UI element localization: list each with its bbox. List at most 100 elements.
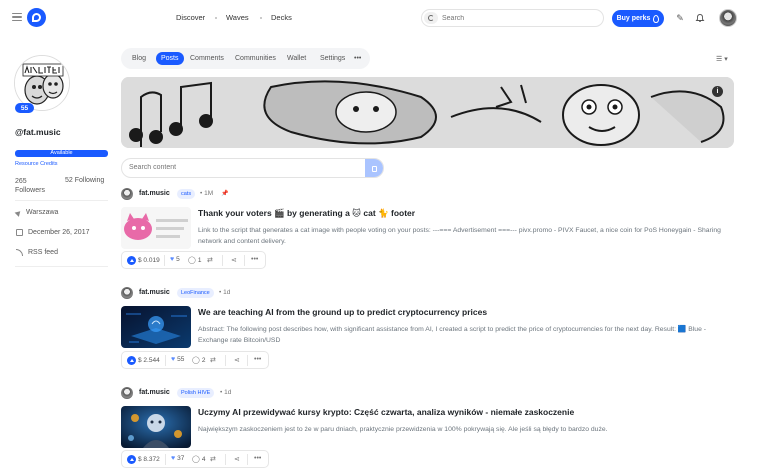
sidebar-divider	[15, 200, 108, 201]
post-comments[interactable]: ◯ 4	[192, 455, 206, 464]
joined-text: December 26, 2017	[28, 229, 90, 236]
more-button[interactable]: •••	[251, 256, 258, 263]
post-thumbnail[interactable]	[121, 207, 191, 249]
post-community-tag[interactable]: Polish HIVE	[177, 388, 215, 398]
upvote-icon[interactable]	[127, 356, 136, 365]
edit-icon[interactable]: ✎	[675, 13, 685, 23]
rss-text: RSS feed	[28, 249, 58, 256]
logo-icon[interactable]	[27, 8, 46, 27]
tab-comments[interactable]: Comments	[190, 52, 224, 65]
info-icon[interactable]: i	[712, 86, 723, 97]
post-author-avatar[interactable]	[121, 188, 133, 200]
post-title[interactable]: Thank your voters 🎬 by generating a 🐱 ca…	[198, 208, 415, 219]
post-time-value: 1M	[204, 190, 214, 197]
user-avatar[interactable]	[719, 9, 737, 27]
rss-feed-link[interactable]: RSS feed	[16, 249, 58, 256]
post-thumbnail[interactable]	[121, 406, 191, 448]
calendar-icon	[16, 229, 23, 236]
post-excerpt[interactable]: Abstract: The following post describes h…	[198, 324, 738, 346]
buy-perks-button[interactable]: Buy perks	[612, 10, 664, 27]
post-votes[interactable]: ♥ 5	[170, 256, 180, 263]
post-title[interactable]: We are teaching AI from the ground up to…	[198, 307, 487, 317]
bell-icon[interactable]	[695, 13, 705, 23]
reblog-button[interactable]: ⇄	[210, 356, 216, 364]
pin-icon: 📌	[221, 191, 229, 197]
content-search-button[interactable]	[365, 159, 383, 177]
more-icon: •••	[254, 455, 262, 462]
post-author-avatar[interactable]	[121, 287, 133, 299]
comment-icon: ◯	[192, 456, 200, 463]
following-link[interactable]: 52 Following	[65, 177, 104, 184]
heart-icon: ♥	[171, 455, 176, 462]
post-comments[interactable]: ◯ 2	[192, 356, 205, 365]
actions-separator	[222, 255, 223, 266]
reblog-icon: ⇄	[207, 257, 213, 264]
tab-blog[interactable]: Blog	[132, 52, 146, 65]
reputation-badge: 55	[15, 103, 34, 113]
post-time-value: 1d	[223, 289, 231, 296]
top-header: Discover Waves Decks Buy perks ✎	[0, 0, 768, 36]
post-comments[interactable]: ◯ 1	[188, 256, 202, 265]
nav-waves[interactable]: Waves	[226, 13, 249, 22]
reblog-button[interactable]: ⇄	[207, 256, 213, 264]
post-votes[interactable]: ♥ 55	[171, 356, 184, 363]
more-button[interactable]: •••	[254, 356, 261, 363]
search-input[interactable]	[442, 13, 592, 23]
post-author[interactable]: fat.music	[139, 289, 170, 296]
tab-wallet[interactable]: Wallet	[287, 52, 306, 65]
payout-value: $ 2.544	[138, 357, 160, 364]
nav-separator	[215, 17, 217, 19]
tab-settings[interactable]: Settings	[320, 52, 345, 65]
post-community-tag[interactable]: cats	[177, 189, 196, 199]
share-icon: ⋖	[234, 357, 240, 364]
tab-posts[interactable]: Posts	[156, 52, 184, 65]
search-icon[interactable]	[424, 12, 438, 24]
actions-separator	[247, 355, 248, 366]
content-search-bar[interactable]	[121, 158, 384, 178]
nav-discover[interactable]: Discover	[176, 13, 205, 22]
location-icon	[14, 208, 23, 217]
post-author-avatar[interactable]	[121, 387, 133, 399]
heart-icon: ♥	[170, 256, 175, 263]
content-search-input[interactable]	[129, 164, 359, 171]
post-votes[interactable]: ♥ 37	[171, 455, 184, 462]
post-thumbnail[interactable]	[121, 306, 191, 348]
post-author[interactable]: fat.music	[139, 190, 170, 197]
post-payout[interactable]: $ 2.544	[127, 356, 160, 365]
post-author[interactable]: fat.music	[139, 389, 170, 396]
copy-icon	[371, 166, 377, 172]
upvote-icon[interactable]	[127, 256, 136, 265]
actions-separator	[244, 255, 245, 266]
profile-tabs: Blog Posts Comments Communities Wallet S…	[121, 48, 370, 69]
post-title[interactable]: Uczymy AI przewidywać kursy krypto: Częś…	[198, 407, 574, 417]
buy-perks-label: Buy perks	[616, 15, 651, 22]
sort-menu-icon[interactable]: ☰ ▾	[716, 55, 728, 63]
reblog-button[interactable]: ⇄	[210, 455, 216, 463]
comments-count: 1	[197, 256, 202, 264]
more-button[interactable]: •••	[254, 455, 261, 462]
menu-icon[interactable]	[12, 13, 22, 21]
followers-label: Followers	[15, 187, 45, 194]
upvote-icon[interactable]	[127, 455, 136, 464]
payout-value: $ 8.372	[138, 456, 160, 463]
share-icon: ⋖	[231, 257, 237, 264]
share-button[interactable]: ⋖	[234, 356, 240, 364]
post-community-tag[interactable]: LeoFinance	[177, 288, 214, 298]
cover-image	[121, 77, 734, 148]
share-button[interactable]: ⋖	[231, 256, 237, 264]
votes-count: 37	[177, 455, 185, 462]
post-excerpt[interactable]: Największym zaskoczeniem jest to że w pa…	[198, 424, 738, 435]
tabs-more-icon[interactable]: •••	[354, 52, 361, 65]
reblog-icon: ⇄	[210, 357, 216, 364]
post-payout[interactable]: $ 0.019	[127, 256, 160, 265]
post-excerpt[interactable]: Link to the script that generates a cat …	[198, 225, 738, 247]
profile-location: Warszawa	[14, 208, 58, 217]
share-icon: ⋖	[234, 456, 240, 463]
search-bar[interactable]	[421, 9, 604, 27]
tab-communities[interactable]: Communities	[235, 52, 276, 65]
followers-link[interactable]: 265 Followers	[15, 177, 45, 195]
nav-decks[interactable]: Decks	[271, 13, 292, 22]
comments-count: 4	[201, 455, 206, 463]
post-payout[interactable]: $ 8.372	[127, 455, 160, 464]
share-button[interactable]: ⋖	[234, 455, 240, 463]
